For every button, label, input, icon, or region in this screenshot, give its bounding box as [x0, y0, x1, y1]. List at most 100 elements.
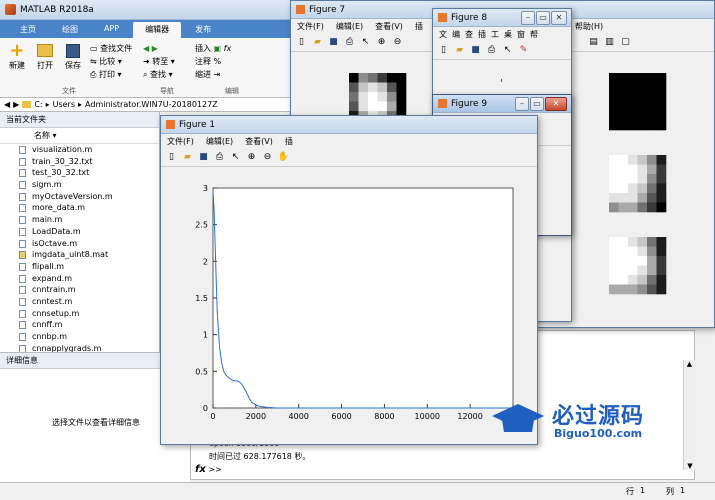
pointer-icon[interactable]: ↖ — [501, 44, 514, 57]
ribbon-tab-3[interactable]: 编辑器 — [133, 22, 182, 38]
menu-item-0[interactable]: 文 — [439, 29, 447, 40]
figure8-titlebar[interactable]: Figure 8 – ▭ ✕ — [433, 9, 571, 27]
find-button[interactable]: ⌕ 查找 ▾ — [143, 68, 175, 81]
ribbon-tab-2[interactable]: APP — [92, 22, 131, 38]
open-button[interactable]: 打开 — [34, 42, 56, 71]
brush-icon[interactable]: ✎ — [517, 44, 530, 57]
new-figure-icon[interactable]: ▯ — [295, 36, 308, 49]
new-figure-icon[interactable]: ▯ — [437, 44, 450, 57]
comment-button[interactable]: 注释 % — [195, 55, 231, 68]
zoom-in-icon[interactable]: ⊕ — [245, 151, 258, 164]
maximize-button[interactable]: ▭ — [530, 97, 544, 111]
hide-tools-icon[interactable]: ▢ — [619, 36, 632, 49]
file-list-item[interactable]: myOctaveVersion.m — [0, 191, 159, 203]
column-header-name[interactable]: 名称 ▾ — [0, 128, 159, 144]
file-list-item[interactable]: imgdata_uint8.mat — [0, 249, 159, 261]
new-figure-icon[interactable]: ▯ — [165, 151, 178, 164]
menu-item-2[interactable]: 查 — [465, 29, 473, 40]
menu-item-5[interactable]: 桌 — [504, 29, 512, 40]
file-list-item[interactable]: isOctave.m — [0, 238, 159, 250]
save-button[interactable]: 保存 — [62, 42, 84, 71]
maximize-button[interactable]: ▭ — [536, 11, 550, 25]
close-button[interactable]: ✕ — [551, 11, 567, 25]
menu-help[interactable]: 帮助(H) — [575, 21, 603, 32]
zoom-in-icon[interactable]: ⊕ — [375, 36, 388, 49]
minimize-button[interactable]: – — [521, 11, 535, 25]
open-icon[interactable]: ▰ — [453, 44, 466, 57]
menu-insert[interactable]: 插 — [285, 136, 293, 147]
menu-file[interactable]: 文件(F) — [167, 136, 194, 147]
command-prompt[interactable]: >> — [208, 465, 221, 474]
file-list-item[interactable]: sigm.m — [0, 179, 159, 191]
zoom-out-icon[interactable]: ⊖ — [391, 36, 404, 49]
menu-item-7[interactable]: 帮 — [530, 29, 538, 40]
ribbon-tab-4[interactable]: 发布 — [183, 22, 223, 38]
print-button[interactable]: ⎙ 打印 ▾ — [90, 68, 132, 81]
find-file-button[interactable]: ▭ 查找文件 — [90, 42, 132, 55]
open-icon[interactable]: ▰ — [181, 151, 194, 164]
image-pixel — [637, 275, 648, 285]
figure9-titlebar[interactable]: Figure 9 – ▭ ✕ — [433, 95, 571, 113]
ribbon-tab-0[interactable]: 主页 — [8, 22, 48, 38]
menu-item-1[interactable]: 编 — [452, 29, 460, 40]
pointer-icon[interactable]: ↖ — [229, 151, 242, 164]
file-list-item[interactable]: more_data.m — [0, 202, 159, 214]
file-list-item[interactable]: main.m — [0, 214, 159, 226]
menu-item-3[interactable]: 插 — [478, 29, 486, 40]
file-list-item[interactable]: train_30_32.txt — [0, 156, 159, 168]
print-icon[interactable]: ⎙ — [485, 44, 498, 57]
file-list-item[interactable]: LoadData.m — [0, 226, 159, 238]
save-icon[interactable]: ■ — [197, 151, 210, 164]
back-arrow-icon[interactable]: ◀ — [4, 100, 10, 109]
new-button[interactable]: + 新建 — [6, 42, 28, 71]
colorbar-icon[interactable]: ▤ — [587, 36, 600, 49]
save-icon[interactable]: ■ — [327, 36, 340, 49]
nav-arrows[interactable]: ◀ ▶ — [143, 42, 175, 55]
menu-edit[interactable]: 编辑(E) — [336, 21, 363, 32]
scroll-up-icon[interactable]: ▲ — [684, 360, 695, 368]
file-list-item[interactable]: cnnbp.m — [0, 331, 159, 343]
menu-file[interactable]: 文件(F) — [297, 21, 324, 32]
ribbon-tab-1[interactable]: 绘图 — [50, 22, 90, 38]
status-bar: 行 1 列 1 — [0, 482, 715, 500]
figure1-titlebar[interactable]: Figure 1 — [161, 116, 537, 134]
file-list-item[interactable]: cnntest.m — [0, 296, 159, 308]
image-pixel — [609, 237, 619, 247]
path-bar[interactable]: ◀ ▶ C: ▸ Users ▸ Administrator.WIN7U-20180… — [0, 98, 300, 112]
compare-button[interactable]: ⇋ 比较 ▾ — [90, 55, 132, 68]
pan-icon[interactable]: ✋ — [277, 151, 290, 164]
menu-item-6[interactable]: 窗 — [517, 29, 525, 40]
file-list-item[interactable]: test_30_32.txt — [0, 167, 159, 179]
legend-icon[interactable]: ▥ — [603, 36, 616, 49]
y-tick-label: 2.5 — [195, 221, 208, 230]
insert-button[interactable]: 插入 ▣ fx — [195, 42, 231, 55]
menu-edit[interactable]: 编辑(E) — [206, 136, 233, 147]
scroll-down-icon[interactable]: ▼ — [684, 462, 696, 470]
forward-arrow-icon[interactable]: ▶ — [13, 100, 19, 109]
image-pixel — [656, 265, 667, 276]
file-list-item[interactable]: flipall.m — [0, 261, 159, 273]
image-pixel — [647, 155, 657, 165]
file-list-item[interactable]: cnntrain.m — [0, 284, 159, 296]
file-name: visualization.m — [32, 145, 93, 154]
indent-button[interactable]: 缩进 ⇥ — [195, 68, 231, 81]
figure1-window[interactable]: Figure 1 文件(F) 编辑(E) 查看(V) 插 ▯ ▰ ■ ⎙ ↖ ⊕… — [160, 115, 538, 445]
image-pixel — [358, 92, 369, 102]
menu-view[interactable]: 查看(V) — [375, 21, 403, 32]
open-icon[interactable]: ▰ — [311, 36, 324, 49]
print-icon[interactable]: ⎙ — [213, 151, 226, 164]
file-list-item[interactable]: expand.m — [0, 273, 159, 285]
menu-insert[interactable]: 插 — [415, 21, 423, 32]
zoom-out-icon[interactable]: ⊖ — [261, 151, 274, 164]
menu-view[interactable]: 查看(V) — [245, 136, 273, 147]
goto-button[interactable]: ➜ 转至 ▾ — [143, 55, 175, 68]
minimize-button[interactable]: – — [515, 97, 529, 111]
file-list-item[interactable]: cnnsetup.m — [0, 308, 159, 320]
file-list-item[interactable]: visualization.m — [0, 144, 159, 156]
save-icon[interactable]: ■ — [469, 44, 482, 57]
close-button[interactable]: ✕ — [545, 97, 567, 111]
pointer-icon[interactable]: ↖ — [359, 36, 372, 49]
menu-item-4[interactable]: 工 — [491, 29, 499, 40]
print-icon[interactable]: ⎙ — [343, 36, 356, 49]
file-list-item[interactable]: cnnff.m — [0, 319, 159, 331]
